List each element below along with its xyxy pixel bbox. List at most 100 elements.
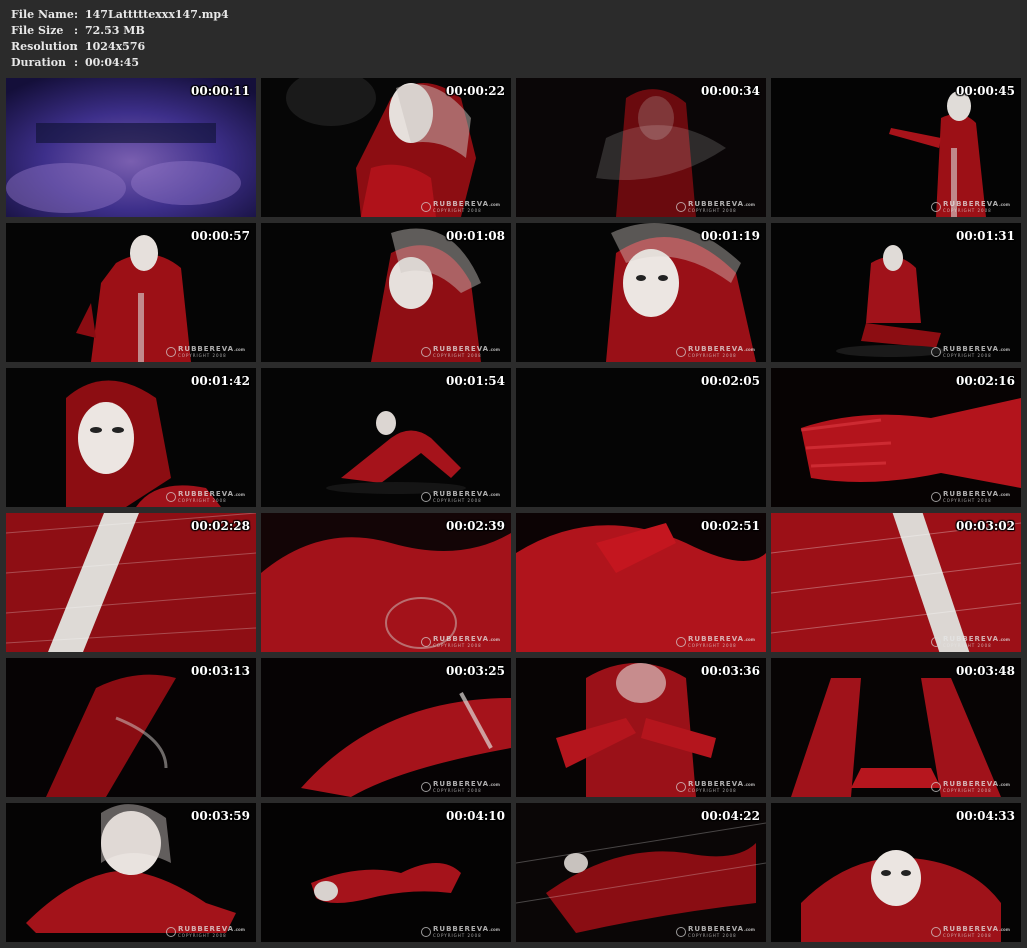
thumbnail-frame-image (516, 803, 766, 942)
resolution-row: Resolution : 1024x576 (11, 39, 229, 55)
thumbnail-frame-image (261, 368, 511, 507)
watermark-brand: RUBBEREVA.com (178, 925, 245, 933)
thumbnail-grid: 00:00:11 00:00:22 RUBBEREVA.com COPYRIGHT 2… (6, 78, 1022, 943)
watermark-logo: RUBBEREVA.com COPYRIGHT 2008 (676, 780, 762, 794)
watermark-brand: RUBBEREVA.com (433, 925, 500, 933)
video-thumbnail: 00:00:22 RUBBEREVA.com COPYRIGHT 2008 (261, 78, 511, 217)
duration-label: Duration (11, 56, 67, 69)
watermark-copyright: COPYRIGHT 2008 (943, 208, 992, 213)
thumbnail-frame-image (771, 803, 1021, 942)
watermark-brand: RUBBEREVA.com (433, 780, 500, 788)
video-thumbnail: 00:04:22 RUBBEREVA.com COPYRIGHT 2008 (516, 803, 766, 942)
separator: : (74, 56, 79, 69)
resolution-label: Resolution (11, 40, 78, 53)
watermark-logo: RUBBEREVA.com COPYRIGHT 2008 (931, 780, 1017, 794)
thumbnail-timestamp: 00:03:48 (956, 664, 1015, 678)
file-size-row: File Size : 72.53 MB (11, 23, 229, 39)
watermark-brand-suffix: .com (234, 347, 245, 352)
copyright-circle-icon (931, 637, 941, 647)
video-thumbnail: 00:01:08 RUBBEREVA.com COPYRIGHT 2008 (261, 223, 511, 362)
video-thumbnail: 00:03:13 (6, 658, 256, 797)
video-thumbnail: 00:02:28 (6, 513, 256, 652)
thumbnail-timestamp: 00:00:22 (446, 84, 505, 98)
video-thumbnail: 00:01:19 RUBBEREVA.com COPYRIGHT 2008 (516, 223, 766, 362)
watermark-logo: RUBBEREVA.com COPYRIGHT 2008 (166, 490, 252, 504)
watermark-brand-suffix: .com (744, 202, 755, 207)
watermark-brand-suffix: .com (999, 492, 1010, 497)
thumbnail-frame-image (261, 513, 511, 652)
copyright-circle-icon (166, 492, 176, 502)
watermark-brand: RUBBEREVA.com (433, 345, 500, 353)
watermark-brand: RUBBEREVA.com (688, 780, 755, 788)
watermark-logo: RUBBEREVA.com COPYRIGHT 2008 (931, 200, 1017, 214)
thumbnail-frame-image (516, 658, 766, 797)
copyright-circle-icon (421, 347, 431, 357)
thumbnail-timestamp: 00:02:16 (956, 374, 1015, 388)
copyright-circle-icon (676, 782, 686, 792)
thumbnail-frame-image (771, 78, 1021, 217)
thumbnail-timestamp: 00:04:10 (446, 809, 505, 823)
video-thumbnail: 00:02:05 (516, 368, 766, 507)
copyright-circle-icon (931, 202, 941, 212)
video-thumbnail: 00:02:16 RUBBEREVA.com COPYRIGHT 2008 (771, 368, 1021, 507)
thumbnail-frame-image (771, 223, 1021, 362)
watermark-logo: RUBBEREVA.com COPYRIGHT 2008 (421, 490, 507, 504)
thumbnail-timestamp: 00:03:02 (956, 519, 1015, 533)
copyright-circle-icon (931, 347, 941, 357)
thumbnail-timestamp: 00:00:57 (191, 229, 250, 243)
watermark-logo: RUBBEREVA.com COPYRIGHT 2008 (931, 345, 1017, 359)
video-thumbnail: 00:03:48 RUBBEREVA.com COPYRIGHT 2008 (771, 658, 1021, 797)
video-thumbnail: 00:03:25 RUBBEREVA.com COPYRIGHT 2008 (261, 658, 511, 797)
file-size-value: 72.53 MB (85, 24, 145, 37)
watermark-logo: RUBBEREVA.com COPYRIGHT 2008 (421, 780, 507, 794)
watermark-brand-suffix: .com (489, 347, 500, 352)
watermark-brand: RUBBEREVA.com (688, 200, 755, 208)
watermark-brand-suffix: .com (744, 927, 755, 932)
file-info-panel: File Name : 147Latttttexxx147.mp4 File S… (11, 7, 229, 71)
watermark-copyright: COPYRIGHT 2008 (433, 208, 482, 213)
watermark-brand: RUBBEREVA.com (688, 925, 755, 933)
resolution-value: 1024x576 (85, 40, 146, 53)
copyright-circle-icon (421, 637, 431, 647)
copyright-circle-icon (421, 782, 431, 792)
thumbnail-timestamp: 00:01:19 (701, 229, 760, 243)
watermark-brand-suffix: .com (999, 927, 1010, 932)
video-thumbnail: 00:00:57 RUBBEREVA.com COPYRIGHT 2008 (6, 223, 256, 362)
thumbnail-frame-image (516, 78, 766, 217)
copyright-circle-icon (421, 927, 431, 937)
watermark-brand-suffix: .com (744, 782, 755, 787)
thumbnail-timestamp: 00:00:45 (956, 84, 1015, 98)
file-size-label: File Size (11, 24, 64, 37)
thumbnail-timestamp: 00:04:33 (956, 809, 1015, 823)
thumbnail-frame-image (771, 368, 1021, 507)
thumbnail-frame-image (516, 223, 766, 362)
thumbnail-frame-image (6, 78, 256, 217)
watermark-brand: RUBBEREVA.com (943, 345, 1010, 353)
copyright-circle-icon (931, 782, 941, 792)
thumbnail-timestamp: 00:02:51 (701, 519, 760, 533)
video-thumbnail: 00:04:10 RUBBEREVA.com COPYRIGHT 2008 (261, 803, 511, 942)
watermark-copyright: COPYRIGHT 2008 (433, 353, 482, 358)
thumbnail-timestamp: 00:03:13 (191, 664, 250, 678)
watermark-brand-suffix: .com (744, 637, 755, 642)
copyright-circle-icon (421, 492, 431, 502)
thumbnail-frame-image (516, 513, 766, 652)
copyright-circle-icon (676, 637, 686, 647)
watermark-logo: RUBBEREVA.com COPYRIGHT 2008 (421, 635, 507, 649)
watermark-brand: RUBBEREVA.com (433, 490, 500, 498)
copyright-circle-icon (421, 202, 431, 212)
thumbnail-timestamp: 00:01:54 (446, 374, 505, 388)
watermark-brand: RUBBEREVA.com (433, 635, 500, 643)
thumbnail-timestamp: 00:03:59 (191, 809, 250, 823)
watermark-brand: RUBBEREVA.com (943, 780, 1010, 788)
video-thumbnail: 00:02:51 RUBBEREVA.com COPYRIGHT 2008 (516, 513, 766, 652)
watermark-copyright: COPYRIGHT 2008 (688, 933, 737, 938)
video-thumbnail: 00:01:31 RUBBEREVA.com COPYRIGHT 2008 (771, 223, 1021, 362)
separator: : (74, 40, 79, 53)
watermark-copyright: COPYRIGHT 2008 (943, 933, 992, 938)
duration-row: Duration : 00:04:45 (11, 55, 229, 71)
watermark-copyright: COPYRIGHT 2008 (178, 498, 227, 503)
watermark-brand: RUBBEREVA.com (943, 490, 1010, 498)
watermark-copyright: COPYRIGHT 2008 (433, 788, 482, 793)
watermark-logo: RUBBEREVA.com COPYRIGHT 2008 (931, 925, 1017, 939)
